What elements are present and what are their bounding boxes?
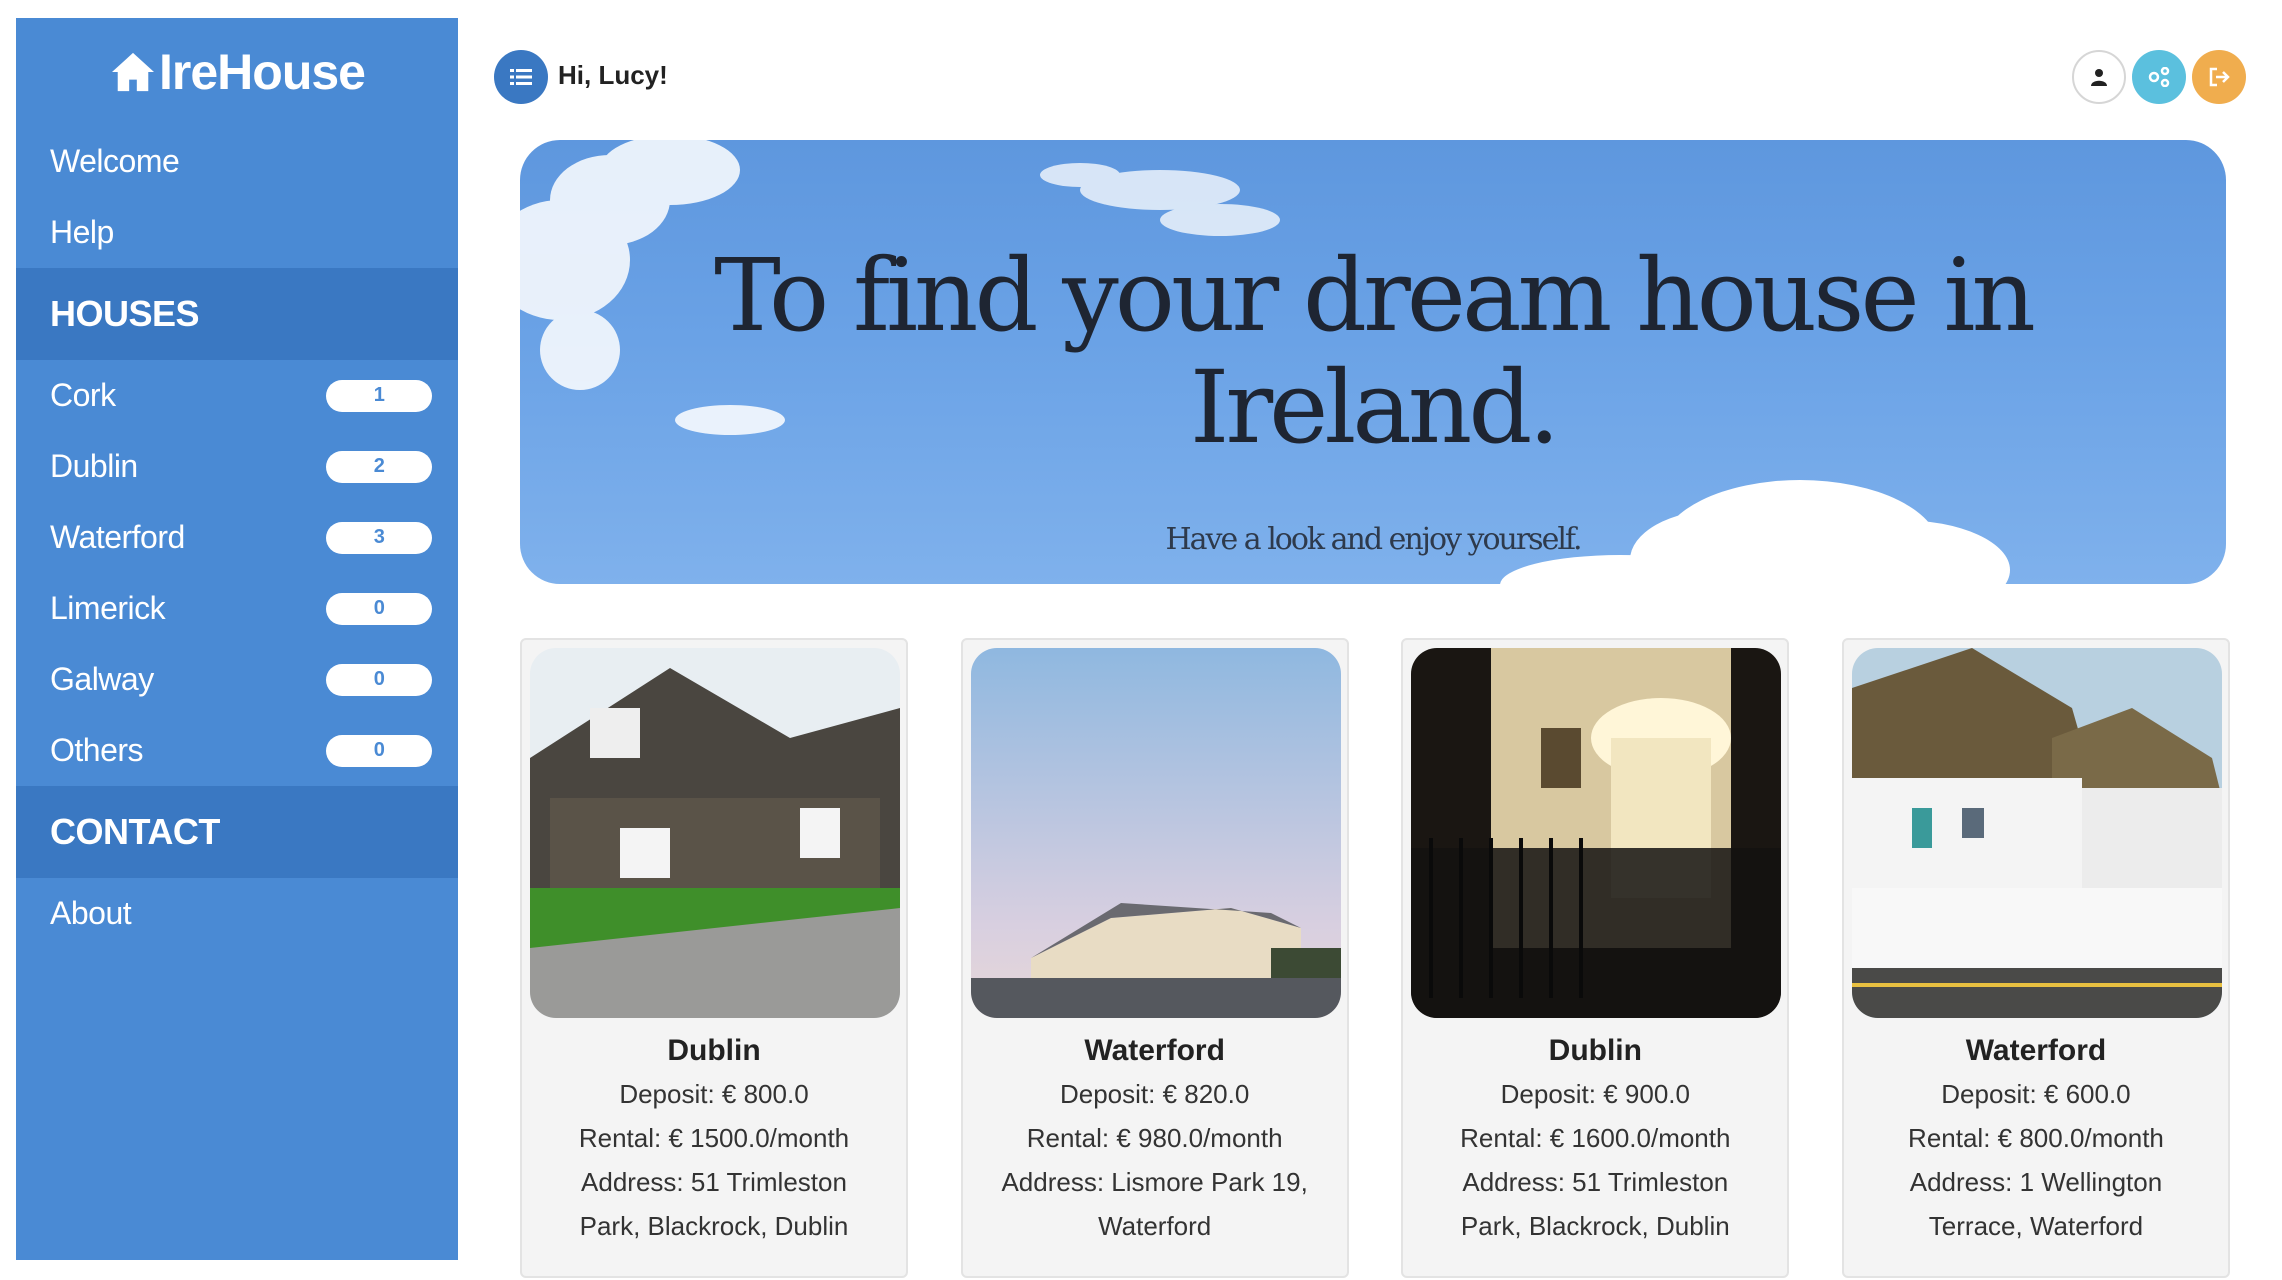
sidebar-item-dublin[interactable]: Dublin 2 xyxy=(16,431,458,502)
banner-title-line: To find your dream house in xyxy=(714,237,2036,354)
profile-button[interactable] xyxy=(2072,50,2126,104)
sidebar-item-label: Waterford xyxy=(50,519,185,555)
listing-deposit: Deposit: € 900.0 xyxy=(1500,1079,1690,1109)
listing-card[interactable]: Waterford Deposit: € 820.0 Rental: € 980… xyxy=(960,638,1349,1278)
banner-subtitle: Have a look and enjoy yourself. xyxy=(1165,522,1583,557)
listing-city: Waterford xyxy=(1965,1034,2107,1067)
listing-address: Address: Lismore Park 19, xyxy=(1001,1167,1308,1197)
sidebar-item-label: About xyxy=(50,895,132,931)
listing-rental: Rental: € 1600.0/month xyxy=(1460,1123,1731,1153)
house-photo xyxy=(1411,648,1782,1018)
listing-address-cont: Waterford xyxy=(1098,1211,1212,1241)
count-badge: 0 xyxy=(326,663,432,696)
count-badge: 0 xyxy=(326,734,432,767)
sidebar-item-waterford[interactable]: Waterford 3 xyxy=(16,502,458,573)
listing-address-cont: Park, Blackrock, Dublin xyxy=(1460,1211,1730,1241)
sidebar: IreHouse Welcome Help HOUSES Cork 1 Dubl… xyxy=(16,18,458,1260)
sidebar-item-help[interactable]: Help xyxy=(16,197,458,268)
count-badge: 1 xyxy=(326,379,432,412)
section-title: CONTACT xyxy=(50,811,220,852)
contact-section-header: CONTACT xyxy=(16,786,458,878)
share-button[interactable] xyxy=(2132,50,2186,104)
list-icon xyxy=(510,69,532,85)
user-icon xyxy=(2091,69,2107,86)
share-icon xyxy=(2148,67,2170,87)
home-icon xyxy=(112,52,155,92)
sidebar-item-others[interactable]: Others 0 xyxy=(16,715,458,786)
house-photo xyxy=(1851,648,2222,1018)
listing-rental: Rental: € 980.0/month xyxy=(1026,1123,1283,1153)
listing-address: Address: 1 Wellington xyxy=(1909,1167,2163,1197)
listing-rental: Rental: € 1500.0/month xyxy=(578,1123,850,1153)
logout-button[interactable] xyxy=(2192,50,2246,104)
count-badge: 3 xyxy=(326,521,432,554)
listing-card[interactable]: Waterford Deposit: € 600.0 Rental: € 800… xyxy=(1841,638,2230,1278)
sidebar-item-cork[interactable]: Cork 1 xyxy=(16,360,458,431)
sidebar-item-label: Welcome xyxy=(50,143,180,179)
listing-city: Dublin xyxy=(667,1034,761,1067)
listing-card[interactable]: Dublin Deposit: € 900.0 Rental: € 1600.0… xyxy=(1401,638,1790,1278)
listing-rental: Rental: € 800.0/month xyxy=(1908,1123,2164,1153)
sidebar-item-about[interactable]: About xyxy=(16,878,458,949)
listing-address-cont: Park, Blackrock, Dublin xyxy=(579,1211,849,1241)
banner-title-line: Ireland. xyxy=(1189,349,1560,466)
sidebar-item-label: Galway xyxy=(50,661,154,697)
sidebar-item-label: Others xyxy=(50,732,144,768)
listing-city: Dublin xyxy=(1548,1034,1642,1067)
house-photo xyxy=(530,648,900,1018)
sidebar-item-label: Dublin xyxy=(50,448,138,484)
sidebar-item-label: Cork xyxy=(50,377,116,413)
sidebar-item-label: Help xyxy=(50,214,114,250)
listing-deposit: Deposit: € 820.0 xyxy=(1059,1079,1250,1109)
listing-deposit: Deposit: € 800.0 xyxy=(619,1079,809,1109)
house-photo xyxy=(970,648,1341,1018)
sidebar-item-welcome[interactable]: Welcome xyxy=(16,126,458,197)
logout-icon xyxy=(2209,67,2230,87)
listing-grid: Dublin Deposit: € 800.0 Rental: € 1500.0… xyxy=(520,638,2230,1278)
sidebar-item-label: Limerick xyxy=(50,590,166,626)
top-actions xyxy=(2072,50,2246,104)
listing-deposit: Deposit: € 600.0 xyxy=(1941,1079,2131,1109)
brand-name: IreHouse xyxy=(159,44,366,100)
menu-toggle-button[interactable] xyxy=(494,50,548,104)
listing-city: Waterford xyxy=(1084,1034,1225,1067)
brand-logo[interactable]: IreHouse xyxy=(16,18,458,126)
count-badge: 2 xyxy=(326,450,432,483)
houses-section-header: HOUSES xyxy=(16,268,458,360)
listing-card[interactable]: Dublin Deposit: € 800.0 Rental: € 1500.0… xyxy=(520,638,908,1278)
listing-address: Address: 51 Trimleston xyxy=(581,1167,847,1197)
sidebar-item-galway[interactable]: Galway 0 xyxy=(16,644,458,715)
listing-address: Address: 51 Trimleston xyxy=(1462,1167,1729,1197)
user-greeting: Hi, Lucy! xyxy=(558,60,668,90)
sidebar-item-limerick[interactable]: Limerick 0 xyxy=(16,573,458,644)
listing-address-cont: Terrace, Waterford xyxy=(1928,1211,2144,1241)
section-title: HOUSES xyxy=(50,293,200,334)
banner-title: To find your dream house in Ireland. xyxy=(520,240,2226,464)
hero-banner: To find your dream house in Ireland. Hav… xyxy=(520,140,2226,584)
count-badge: 0 xyxy=(326,592,432,625)
